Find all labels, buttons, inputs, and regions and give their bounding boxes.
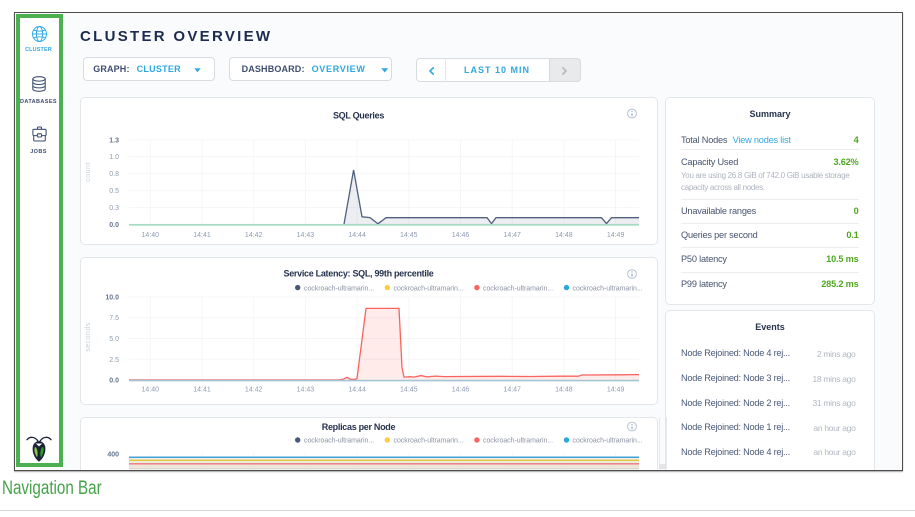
svg-text:0.3: 0.3 (109, 205, 119, 212)
svg-text:14:45: 14:45 (400, 232, 418, 239)
svg-text:0.8: 0.8 (109, 171, 119, 178)
svg-text:5.0: 5.0 (109, 336, 119, 343)
svg-text:Replicas per Node: Replicas per Node (322, 422, 396, 432)
svg-text:14:40: 14:40 (142, 232, 160, 239)
svg-text:0.5: 0.5 (109, 188, 119, 195)
svg-text:14:41: 14:41 (193, 232, 211, 239)
svg-text:cockroach-ultramarin...: cockroach-ultramarin... (483, 285, 553, 292)
svg-text:cockroach-ultramarin...: cockroach-ultramarin... (304, 438, 374, 445)
svg-text:1.0: 1.0 (109, 154, 119, 161)
svg-text:cockroach-ultramarin...: cockroach-ultramarin... (573, 285, 643, 292)
svg-text:14:49: 14:49 (607, 387, 625, 394)
svg-text:14:44: 14:44 (348, 232, 366, 239)
svg-text:14:43: 14:43 (297, 387, 315, 394)
svg-text:7.5: 7.5 (109, 315, 119, 322)
svg-text:14:45: 14:45 (400, 387, 418, 394)
svg-text:cockroach-ultramarin...: cockroach-ultramarin... (483, 438, 553, 445)
svg-text:seconds: seconds (85, 322, 92, 352)
svg-text:2.5: 2.5 (109, 357, 119, 364)
svg-text:14:46: 14:46 (452, 232, 470, 239)
svg-text:14:42: 14:42 (245, 232, 263, 239)
svg-text:cockroach-ultramarin...: cockroach-ultramarin... (394, 285, 464, 292)
svg-text:count: count (85, 162, 92, 182)
svg-text:0.0: 0.0 (109, 222, 119, 229)
svg-text:14:43: 14:43 (297, 232, 315, 239)
svg-text:14:49: 14:49 (607, 232, 625, 239)
svg-text:cockroach-ultramarin...: cockroach-ultramarin... (394, 438, 464, 445)
svg-text:14:44: 14:44 (348, 387, 366, 394)
svg-text:14:40: 14:40 (142, 387, 160, 394)
svg-text:14:41: 14:41 (193, 387, 211, 394)
svg-text:14:48: 14:48 (555, 232, 573, 239)
svg-text:14:47: 14:47 (503, 232, 521, 239)
svg-text:10.0: 10.0 (105, 294, 119, 301)
svg-text:Service Latency: SQL, 99th per: Service Latency: SQL, 99th percentile (284, 269, 434, 279)
svg-text:cockroach-ultramarin...: cockroach-ultramarin... (573, 438, 643, 445)
svg-text:14:46: 14:46 (452, 387, 470, 394)
svg-text:400: 400 (107, 452, 119, 459)
svg-text:14:42: 14:42 (245, 387, 263, 394)
svg-text:14:48: 14:48 (555, 387, 573, 394)
svg-text:14:47: 14:47 (503, 387, 521, 394)
svg-text:0.0: 0.0 (109, 378, 119, 385)
svg-text:1.3: 1.3 (109, 137, 119, 144)
svg-text:SQL Queries: SQL Queries (333, 111, 384, 121)
svg-text:cockroach-ultramarin...: cockroach-ultramarin... (304, 285, 374, 292)
